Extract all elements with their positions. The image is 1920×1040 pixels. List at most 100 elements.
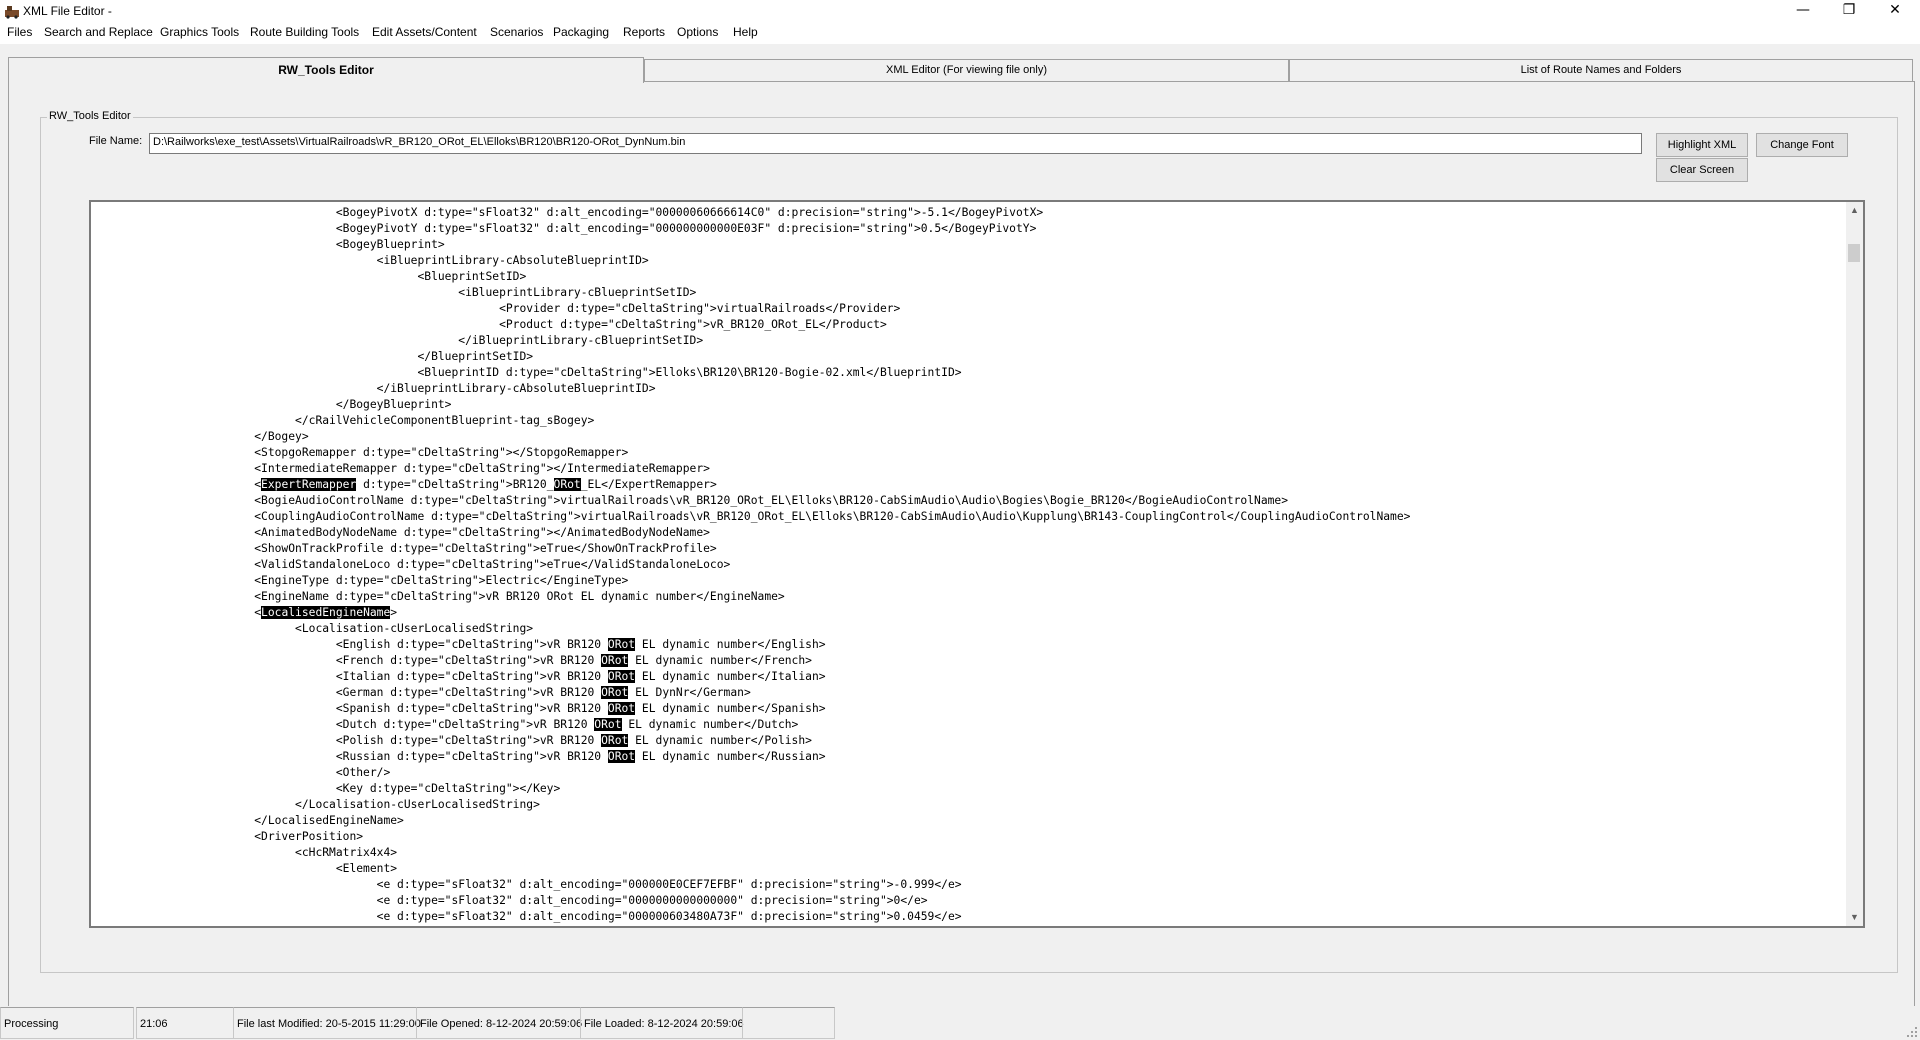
- menu-search-replace[interactable]: Search and Replace: [44, 25, 153, 39]
- code-text: d:type="cDeltaString">BR120_: [356, 478, 554, 491]
- app-icon: [5, 6, 19, 19]
- code-line: <e d:type="sFloat32" d:alt_encoding="000…: [91, 877, 1843, 893]
- menu-graphics-tools[interactable]: Graphics Tools: [160, 25, 239, 39]
- code-text: <CouplingAudioControlName d:type="cDelta…: [91, 510, 1411, 523]
- code-text: _EL</ExpertRemapper>: [580, 478, 717, 491]
- maximize-button[interactable]: ❐: [1826, 0, 1872, 22]
- code-text: <BogieAudioControlName d:type="cDeltaStr…: [91, 494, 1289, 507]
- code-text: <: [91, 606, 262, 619]
- highlight-xml-button[interactable]: Highlight XML: [1656, 133, 1748, 157]
- code-text: <German d:type="cDeltaString">vR BR120: [91, 686, 602, 699]
- tab-rw-tools-editor[interactable]: RW_Tools Editor: [8, 57, 644, 83]
- code-text: <BlueprintID d:type="cDeltaString">Ellok…: [91, 366, 962, 379]
- code-line: <LocalisedEngineName>: [91, 605, 1843, 621]
- code-line: <AnimatedBodyNodeName d:type="cDeltaStri…: [91, 525, 1843, 541]
- code-text: <English d:type="cDeltaString">vR BR120: [91, 638, 608, 651]
- search-highlight: ORot: [594, 718, 622, 731]
- status-file-opened: File Opened: 8-12-2024 20:59:06: [416, 1007, 582, 1039]
- code-line: <BogieAudioControlName d:type="cDeltaStr…: [91, 493, 1843, 509]
- search-highlight: ExpertRemapper: [261, 478, 357, 491]
- code-line: <Dutch d:type="cDeltaString">vR BR120 OR…: [91, 717, 1843, 733]
- scroll-up-icon[interactable]: ▲: [1846, 202, 1863, 219]
- group-label: RW_Tools Editor: [47, 110, 133, 122]
- code-text: <Provider d:type="cDeltaString">virtualR…: [91, 302, 901, 315]
- tab-xml-editor[interactable]: XML Editor (For viewing file only): [644, 59, 1289, 83]
- code-line: <ExpertRemapper d:type="cDeltaString">BR…: [91, 477, 1843, 493]
- menu-route-building-tools[interactable]: Route Building Tools: [250, 25, 359, 39]
- code-line: <BogeyBlueprint>: [91, 237, 1843, 253]
- code-text: <e d:type="sFloat32" d:alt_encoding="000…: [91, 878, 962, 891]
- code-line: <French d:type="cDeltaString">vR BR120 O…: [91, 653, 1843, 669]
- menu-options[interactable]: Options: [677, 25, 718, 39]
- resize-grip-icon[interactable]: [1906, 1026, 1918, 1038]
- code-text: >: [390, 606, 398, 619]
- code-line: <e d:type="sFloat32" d:alt_encoding="000…: [91, 909, 1843, 925]
- code-line: <BlueprintID d:type="cDeltaString">Ellok…: [91, 365, 1843, 381]
- code-line: <ShowOnTrackProfile d:type="cDeltaString…: [91, 541, 1843, 557]
- title-bar: XML File Editor - — ❐ ✕: [0, 0, 1920, 22]
- code-text: <Product d:type="cDeltaString">vR_BR120_…: [91, 318, 887, 331]
- code-text: <: [91, 478, 262, 491]
- search-highlight: ORot: [607, 750, 636, 763]
- status-file-loaded: File Loaded: 8-12-2024 20:59:06: [580, 1007, 744, 1039]
- code-text: <e d:type="sFloat32" d:alt_encoding="000…: [91, 894, 928, 907]
- code-text: EL dynamic number</French>: [628, 654, 812, 667]
- code-line: <Localisation-cUserLocalisedString>: [91, 621, 1843, 637]
- close-button[interactable]: ✕: [1872, 0, 1918, 22]
- code-text: <EngineName d:type="cDeltaString">vR BR1…: [91, 590, 785, 603]
- code-text: <Italian d:type="cDeltaString">vR BR120: [91, 670, 608, 683]
- code-line: </Bogey>: [91, 429, 1843, 445]
- code-line: <BlueprintSetID>: [91, 269, 1843, 285]
- code-text: <BogeyPivotX d:type="sFloat32" d:alt_enc…: [91, 206, 1044, 219]
- code-text: <EngineType d:type="cDeltaString">Electr…: [91, 574, 629, 587]
- code-text: EL dynamic number</Italian>: [635, 670, 826, 683]
- code-text: </iBlueprintLibrary-cBlueprintSetID>: [91, 334, 704, 347]
- code-line: <cHcRMatrix4x4>: [91, 845, 1843, 861]
- xml-text-area[interactable]: <BogeyPivotX d:type="sFloat32" d:alt_enc…: [89, 200, 1865, 928]
- change-font-button[interactable]: Change Font: [1756, 133, 1848, 157]
- menu-reports[interactable]: Reports: [623, 25, 665, 39]
- search-highlight: ORot: [553, 478, 581, 491]
- code-text: EL dynamic number</Polish>: [628, 734, 812, 747]
- code-line: <IntermediateRemapper d:type="cDeltaStri…: [91, 461, 1843, 477]
- code-text: </Localisation-cUserLocalisedString>: [91, 798, 540, 811]
- code-line: <iBlueprintLibrary-cAbsoluteBlueprintID>: [91, 253, 1843, 269]
- search-highlight: ORot: [601, 654, 629, 667]
- code-text: <iBlueprintLibrary-cAbsoluteBlueprintID>: [91, 254, 649, 267]
- code-line: <DriverPosition>: [91, 829, 1843, 845]
- search-highlight: LocalisedEngineName: [261, 606, 391, 619]
- code-text: <StopgoRemapper d:type="cDeltaString"></…: [91, 446, 629, 459]
- xml-code: <BogeyPivotX d:type="sFloat32" d:alt_enc…: [91, 205, 1843, 925]
- scroll-thumb[interactable]: [1848, 244, 1860, 262]
- code-line: <Spanish d:type="cDeltaString">vR BR120 …: [91, 701, 1843, 717]
- code-line: <iBlueprintLibrary-cBlueprintSetID>: [91, 285, 1843, 301]
- code-text: EL dynamic number</Spanish>: [635, 702, 826, 715]
- code-text: <e d:type="sFloat32" d:alt_encoding="000…: [91, 910, 962, 923]
- minimize-button[interactable]: —: [1780, 0, 1826, 22]
- code-line: <StopgoRemapper d:type="cDeltaString"></…: [91, 445, 1843, 461]
- status-file-modified: File last Modified: 20-5-2015 11:29:00: [233, 1007, 421, 1039]
- code-text: </BlueprintSetID>: [91, 350, 534, 363]
- tab-route-names[interactable]: List of Route Names and Folders: [1289, 59, 1913, 83]
- code-line: <German d:type="cDeltaString">vR BR120 O…: [91, 685, 1843, 701]
- search-highlight: ORot: [607, 638, 636, 651]
- menu-packaging[interactable]: Packaging: [553, 25, 609, 39]
- status-time: 21:06: [136, 1007, 234, 1039]
- scroll-down-icon[interactable]: ▼: [1846, 909, 1863, 926]
- menu-scenarios[interactable]: Scenarios: [490, 25, 543, 39]
- vertical-scrollbar[interactable]: ▲ ▼: [1846, 202, 1863, 926]
- search-highlight: ORot: [607, 702, 636, 715]
- menu-files[interactable]: Files: [7, 25, 32, 39]
- menu-edit-assets[interactable]: Edit Assets/Content: [372, 25, 477, 39]
- code-text: <cHcRMatrix4x4>: [91, 846, 398, 859]
- clear-screen-button[interactable]: Clear Screen: [1656, 158, 1748, 182]
- code-line: <BogeyPivotX d:type="sFloat32" d:alt_enc…: [91, 205, 1843, 221]
- menu-help[interactable]: Help: [733, 25, 758, 39]
- code-line: </iBlueprintLibrary-cAbsoluteBlueprintID…: [91, 381, 1843, 397]
- status-empty-panel: [742, 1007, 835, 1039]
- code-text: <AnimatedBodyNodeName d:type="cDeltaStri…: [91, 526, 710, 539]
- file-name-field[interactable]: D:\Railworks\exe_test\Assets\VirtualRail…: [149, 133, 1642, 154]
- code-text: <ValidStandaloneLoco d:type="cDeltaStrin…: [91, 558, 731, 571]
- file-name-label: File Name:: [89, 135, 143, 147]
- code-text: <BogeyBlueprint>: [91, 238, 445, 251]
